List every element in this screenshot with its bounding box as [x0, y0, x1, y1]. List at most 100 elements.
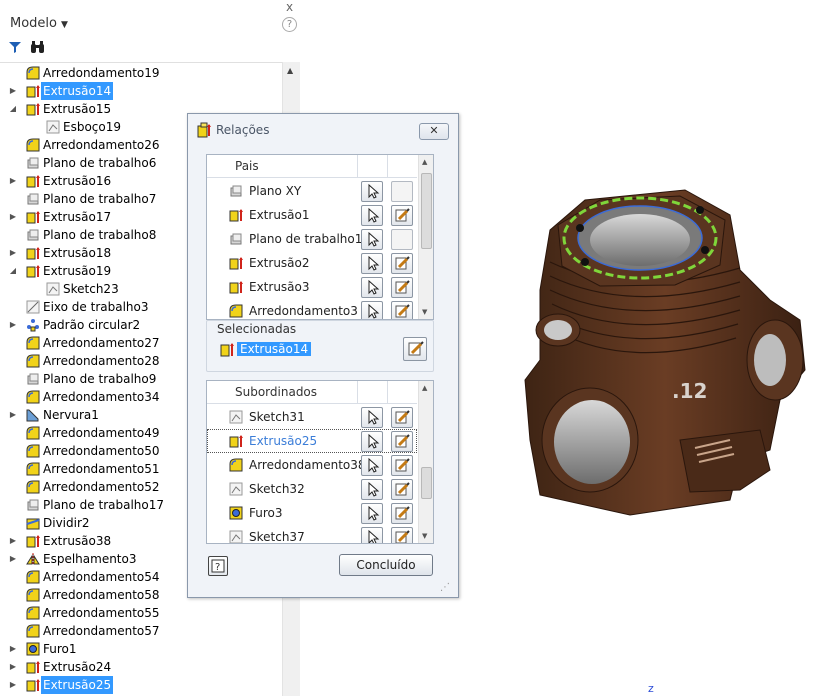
parent-row[interactable]: Extrusão2 — [207, 251, 417, 275]
extrusion-icon — [26, 660, 40, 674]
select-in-browser-button[interactable] — [361, 301, 383, 319]
scroll-up-arrow-icon[interactable]: ▲ — [287, 66, 293, 75]
expand-arrow-icon[interactable]: ▶ — [8, 532, 18, 550]
part-engraving-text: .12 — [672, 379, 707, 403]
edit-feature-button[interactable] — [391, 527, 413, 543]
workplane-icon — [26, 156, 40, 170]
hole-icon — [26, 642, 40, 656]
collapse-arrow-icon[interactable]: ◢ — [8, 100, 18, 118]
select-in-browser-button[interactable] — [361, 527, 383, 543]
scroll-down-arrow-icon[interactable]: ▼ — [422, 308, 427, 316]
expand-arrow-icon[interactable]: ▶ — [8, 658, 18, 676]
tree-item-label: Arredondamento51 — [43, 462, 160, 476]
parent-row[interactable]: Arredondamento3 — [207, 299, 417, 319]
edit-sketch-icon — [395, 506, 410, 520]
child-row[interactable]: Sketch32 — [207, 477, 417, 501]
select-in-browser-button[interactable] — [361, 253, 383, 274]
dialog-close-button[interactable]: ✕ — [419, 123, 449, 140]
tree-item-label: Extrusão38 — [43, 534, 112, 548]
expand-arrow-icon[interactable]: ▶ — [8, 640, 18, 658]
tree-item-label: Arredondamento52 — [43, 480, 160, 494]
scroll-up-arrow-icon[interactable]: ▲ — [422, 384, 427, 392]
child-row[interactable]: Sketch37 — [207, 525, 417, 543]
parent-row[interactable]: Extrusão1 — [207, 203, 417, 227]
find-binoculars-icon[interactable] — [30, 40, 46, 54]
expand-arrow-icon[interactable]: ▶ — [8, 172, 18, 190]
extrusion-icon — [26, 210, 40, 224]
edit-selected-button[interactable] — [403, 337, 427, 361]
parents-header: Pais — [207, 155, 417, 178]
tree-item-label: Plano de trabalho7 — [43, 192, 157, 206]
relation-item-label: Sketch32 — [249, 482, 305, 496]
help-icon[interactable]: ? — [282, 17, 297, 32]
edit-feature-button[interactable] — [391, 253, 413, 274]
edit-feature-button[interactable] — [391, 503, 413, 524]
mirror-icon — [26, 552, 40, 566]
expand-arrow-icon[interactable]: ▶ — [8, 244, 18, 262]
child-row[interactable]: Furo3 — [207, 501, 417, 525]
tree-item-label: Plano de trabalho8 — [43, 228, 157, 242]
select-in-browser-button[interactable] — [361, 407, 383, 428]
edit-feature-button[interactable] — [391, 479, 413, 500]
scroll-thumb[interactable] — [421, 467, 432, 499]
scroll-thumb[interactable] — [421, 173, 432, 249]
edit-feature-button[interactable] — [391, 407, 413, 428]
expand-arrow-icon[interactable]: ▶ — [8, 82, 18, 100]
cursor-arrow-icon — [368, 207, 380, 223]
selected-value[interactable]: Extrusão14 — [237, 342, 312, 356]
select-in-browser-button[interactable] — [361, 479, 383, 500]
child-row[interactable]: Extrusão25 — [207, 429, 417, 453]
edit-feature-button[interactable] — [391, 431, 413, 452]
relation-item-label: Extrusão2 — [249, 256, 310, 270]
select-in-browser-button[interactable] — [361, 205, 383, 226]
parents-scrollbar[interactable]: ▲ ▼ — [418, 155, 433, 319]
extrusion-icon — [229, 256, 243, 270]
fillet-icon — [229, 304, 243, 318]
expand-arrow-icon[interactable]: ▶ — [8, 316, 18, 334]
panel-close-button[interactable]: x — [286, 0, 293, 14]
tree-item-label: Arredondamento19 — [43, 66, 160, 80]
expand-arrow-icon[interactable]: ▶ — [8, 208, 18, 226]
parent-row[interactable]: Extrusão3 — [207, 275, 417, 299]
fillet-icon — [26, 336, 40, 350]
cursor-arrow-icon — [368, 505, 380, 521]
expand-arrow-icon[interactable]: ▶ — [8, 406, 18, 424]
extrusion-icon — [26, 264, 40, 278]
extrusion-icon — [26, 174, 40, 188]
select-in-browser-button[interactable] — [361, 455, 383, 476]
edit-feature-button[interactable] — [391, 301, 413, 319]
cursor-arrow-icon — [368, 183, 380, 199]
edit-feature-button[interactable] — [391, 455, 413, 476]
fillet-icon — [26, 138, 40, 152]
done-button[interactable]: Concluído — [339, 554, 433, 576]
select-in-browser-button[interactable] — [361, 229, 383, 250]
children-scrollbar[interactable]: ▲ ▼ — [418, 381, 433, 543]
edit-feature-button[interactable] — [391, 205, 413, 226]
select-in-browser-button[interactable] — [361, 431, 383, 452]
scroll-down-arrow-icon[interactable]: ▼ — [422, 532, 427, 540]
selected-group: Selecionadas Extrusão14 — [206, 320, 434, 372]
resize-grip-icon[interactable]: ⋰ — [440, 582, 450, 593]
select-in-browser-button[interactable] — [361, 503, 383, 524]
edit-feature-button[interactable] — [391, 277, 413, 298]
expand-arrow-icon[interactable]: ▶ — [8, 676, 18, 694]
select-in-browser-button[interactable] — [361, 277, 383, 298]
tree-item-label: Dividir2 — [43, 516, 90, 530]
filter-icon[interactable] — [8, 40, 22, 54]
parent-row[interactable]: Plano de trabalho1 — [207, 227, 417, 251]
browser-title-dropdown[interactable]: Modelo ▼ — [10, 16, 68, 31]
child-row[interactable]: Sketch31 — [207, 405, 417, 429]
select-in-browser-button[interactable] — [361, 181, 383, 202]
circular-pattern-icon — [26, 318, 40, 332]
children-header-label: Subordinados — [235, 385, 318, 399]
dialog-help-button[interactable]: ? — [208, 556, 228, 576]
child-row[interactable]: Arredondamento38 — [207, 453, 417, 477]
expand-arrow-icon[interactable]: ▶ — [8, 550, 18, 568]
sketch-icon — [46, 282, 60, 296]
parent-row[interactable]: Plano XY — [207, 179, 417, 203]
tree-item-label: Arredondamento50 — [43, 444, 160, 458]
scroll-up-arrow-icon[interactable]: ▲ — [422, 158, 427, 166]
cursor-arrow-icon — [368, 529, 380, 543]
tree-item-label: Plano de trabalho6 — [43, 156, 157, 170]
collapse-arrow-icon[interactable]: ◢ — [8, 262, 18, 280]
